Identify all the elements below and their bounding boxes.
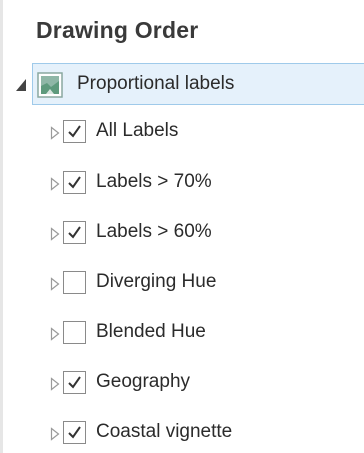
collapse-triangle-icon[interactable] (15, 77, 29, 93)
layer-label: Geography (96, 371, 191, 392)
layer-label: Labels > 70% (96, 171, 212, 192)
expand-triangle-icon[interactable] (50, 277, 60, 291)
layer-label: Labels > 60% (96, 221, 212, 242)
layer-item[interactable]: All Labels (50, 118, 350, 148)
layer-item[interactable]: Labels > 60% (50, 219, 350, 249)
expand-triangle-icon[interactable] (50, 377, 60, 391)
visibility-checkbox[interactable] (63, 271, 86, 294)
panel-left-border (0, 0, 3, 453)
expand-triangle-icon[interactable] (50, 327, 60, 341)
visibility-checkbox[interactable] (63, 421, 86, 444)
layer-item[interactable]: Geography (50, 369, 350, 399)
layer-label: Coastal vignette (96, 421, 233, 442)
visibility-checkbox[interactable] (63, 221, 86, 244)
map-label: Proportional labels (77, 73, 235, 94)
map-tree-item[interactable]: Proportional labels (15, 63, 364, 107)
layer-item[interactable]: Coastal vignette (50, 419, 350, 449)
visibility-checkbox[interactable] (63, 171, 86, 194)
layer-label: Blended Hue (96, 321, 206, 342)
expand-triangle-icon[interactable] (50, 427, 60, 441)
visibility-checkbox[interactable] (63, 321, 86, 344)
expand-triangle-icon[interactable] (50, 227, 60, 241)
panel-title: Drawing Order (36, 17, 199, 43)
map-icon (37, 72, 63, 98)
layer-label: All Labels (96, 120, 179, 141)
expand-triangle-icon[interactable] (50, 177, 60, 191)
layer-item[interactable]: Labels > 70% (50, 169, 350, 199)
layer-label: Diverging Hue (96, 271, 217, 292)
expand-triangle-icon[interactable] (50, 126, 60, 140)
layer-item[interactable]: Diverging Hue (50, 269, 350, 299)
layer-item[interactable]: Blended Hue (50, 319, 350, 349)
visibility-checkbox[interactable] (63, 371, 86, 394)
visibility-checkbox[interactable] (63, 120, 86, 143)
